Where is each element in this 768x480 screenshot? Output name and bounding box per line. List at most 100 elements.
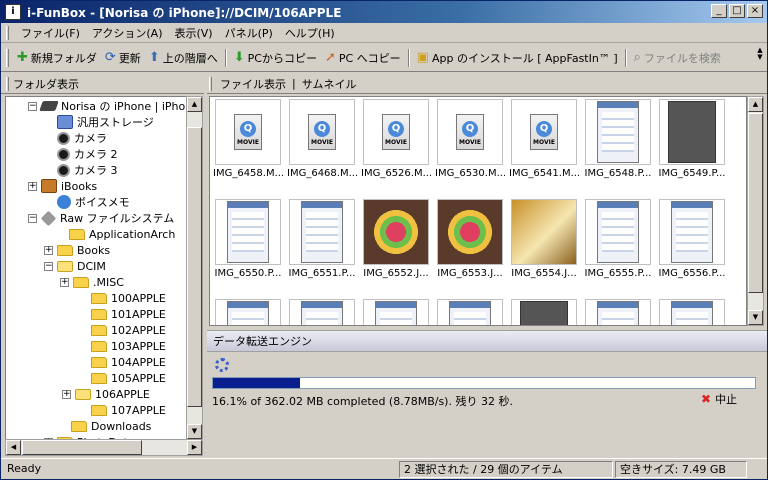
tree-item[interactable]: 102APPLE: [78, 322, 166, 338]
file-thumbnail[interactable]: [287, 299, 357, 325]
file-thumbnail[interactable]: [583, 299, 653, 325]
scroll-up-icon[interactable]: ▲: [748, 97, 763, 112]
tree-item[interactable]: カメラ: [44, 130, 107, 146]
tree-item[interactable]: ボイスメモ: [44, 194, 130, 210]
file-grid-scrollbar[interactable]: ▲ ▼: [747, 96, 764, 326]
view-mode-label[interactable]: サムネイル: [302, 76, 357, 92]
file-thumbnail[interactable]: Q MOVIE IMG_6530.M...: [435, 99, 505, 189]
tree-item[interactable]: 100APPLE: [78, 290, 166, 306]
file-thumbnail[interactable]: [435, 299, 505, 325]
file-thumbnail[interactable]: IMG_6551.P...: [287, 199, 357, 289]
copy-from-pc-button[interactable]: ⬇ PCからコピー: [230, 48, 321, 68]
scroll-thumb[interactable]: [22, 440, 142, 455]
collapse-icon[interactable]: −: [28, 101, 37, 111]
tree-item[interactable]: ApplicationArch: [56, 226, 175, 242]
parent-folder-button[interactable]: ⬆ 上の階層へ: [145, 48, 222, 68]
copy-to-pc-button[interactable]: ➚ PC へコピー: [321, 48, 405, 68]
file-name-label: IMG_6526.M...: [361, 168, 431, 179]
tree-item[interactable]: 101APPLE: [78, 306, 166, 322]
file-thumbnail[interactable]: IMG_6555.P...: [583, 199, 653, 289]
expand-icon[interactable]: +: [62, 389, 71, 399]
search-files-button[interactable]: ⌕ ファイルを検索: [630, 48, 725, 68]
tree-item[interactable]: + .MISC: [60, 274, 124, 290]
tree-item[interactable]: Downloads: [58, 418, 151, 434]
file-thumbnail[interactable]: IMG_6553.J...: [435, 199, 505, 289]
stop-transfer-button[interactable]: ✖ 中止: [701, 391, 737, 407]
tree-item[interactable]: +106APPLE: [62, 386, 150, 402]
menubar-grip[interactable]: [6, 25, 9, 40]
tree-item-label: 105APPLE: [111, 371, 166, 385]
tree-item[interactable]: 汎用ストレージ: [44, 114, 154, 130]
app-icon[interactable]: i: [5, 4, 21, 20]
toolbar-grip[interactable]: [6, 48, 9, 67]
maximize-button[interactable]: □: [729, 4, 745, 18]
scroll-down-icon[interactable]: ▼: [748, 310, 763, 325]
install-app-button[interactable]: ▣ App のインストール [ AppFastIn™ ]: [413, 48, 622, 68]
expand-icon[interactable]: +: [60, 277, 69, 287]
tree-item-label: カメラ: [74, 132, 107, 145]
file-thumbnail[interactable]: Q MOVIE IMG_6468.M...: [287, 99, 357, 189]
tree-item-label: DCIM: [77, 259, 106, 273]
close-button[interactable]: ×: [747, 4, 763, 18]
file-thumbnail[interactable]: [213, 299, 283, 325]
menu-help[interactable]: ヘルプ(H): [279, 23, 341, 43]
expand-icon[interactable]: +: [28, 181, 37, 191]
thumbnail-image: [437, 199, 503, 265]
refresh-icon: ⟳: [104, 50, 116, 65]
toolbar-separator: [624, 48, 627, 67]
scroll-up-icon[interactable]: ▲: [187, 97, 202, 112]
folder-panel-grip[interactable]: [6, 76, 9, 91]
screenshot-dark-preview: [668, 101, 716, 163]
tree-item[interactable]: + iBooks: [28, 178, 97, 194]
scroll-right-icon[interactable]: ▶: [187, 440, 202, 455]
scroll-down-icon[interactable]: ▼: [187, 424, 202, 439]
tree-item[interactable]: + Books: [44, 242, 110, 258]
scroll-thumb[interactable]: [187, 127, 202, 407]
file-thumbnail[interactable]: IMG_6550.P...: [213, 199, 283, 289]
plus-icon: ✚: [17, 50, 28, 65]
minimize-button[interactable]: _: [711, 4, 727, 18]
tree-item[interactable]: 103APPLE: [78, 338, 166, 354]
file-thumbnail[interactable]: Q MOVIE IMG_6458.M...: [213, 99, 283, 189]
tree-item[interactable]: − DCIM: [44, 258, 106, 274]
menu-panel[interactable]: パネル(P): [219, 23, 279, 43]
tree-item[interactable]: カメラ 3: [44, 162, 118, 178]
file-thumbnail-grid[interactable]: Q MOVIE IMG_6458.M... Q MOVIE IMG_6468.M... Q M…: [209, 96, 747, 326]
expand-icon[interactable]: +: [44, 245, 53, 255]
thumbnail-image: [659, 299, 725, 325]
file-thumbnail[interactable]: Q MOVIE IMG_6541.M...: [509, 99, 579, 189]
refresh-button[interactable]: ⟳ 更新: [101, 48, 145, 68]
file-thumbnail[interactable]: Q MOVIE IMG_6526.M...: [361, 99, 431, 189]
toolbar-overflow-chevron-icon[interactable]: ▲ ▼: [755, 47, 765, 69]
menu-file[interactable]: ファイル(F): [15, 23, 86, 43]
scroll-thumb[interactable]: [748, 113, 763, 293]
thumbnail-image: Q MOVIE: [215, 99, 281, 165]
tree-item[interactable]: 107APPLE: [78, 402, 166, 418]
tree-item[interactable]: 104APPLE: [78, 354, 166, 370]
tree-item[interactable]: 105APPLE: [78, 370, 166, 386]
file-thumbnail[interactable]: IMG_6554.J...: [509, 199, 579, 289]
file-thumbnail[interactable]: IMG_6552.J...: [361, 199, 431, 289]
tree-item[interactable]: − Raw ファイルシステム: [28, 210, 174, 226]
tree-item[interactable]: − Norisa の iPhone | iPho: [28, 98, 185, 114]
file-thumbnail[interactable]: IMG_6548.P...: [583, 99, 653, 189]
file-thumbnail[interactable]: [509, 299, 579, 325]
tree-item[interactable]: カメラ 2: [44, 146, 118, 162]
new-folder-button[interactable]: ✚ 新規フォルダ: [13, 48, 101, 68]
folder-tree[interactable]: − Norisa の iPhone | iPho 汎用ストレージカメラ カメラ 2 カメ…: [5, 96, 189, 440]
file-thumbnail[interactable]: IMG_6556.P...: [657, 199, 727, 289]
menu-action[interactable]: アクション(A): [86, 23, 169, 43]
collapse-icon[interactable]: −: [44, 261, 53, 271]
file-thumbnail[interactable]: [361, 299, 431, 325]
scroll-left-icon[interactable]: ◀: [6, 440, 21, 455]
menu-view[interactable]: 表示(V): [168, 23, 218, 43]
folder-panel-header: フォルダ表示: [1, 74, 204, 94]
folder-tree-horizontal-scrollbar[interactable]: ◀ ▶: [5, 439, 203, 456]
file-thumbnail[interactable]: IMG_6549.P...: [657, 99, 727, 189]
tree-item-label: 104APPLE: [111, 355, 166, 369]
file-thumbnail[interactable]: [657, 299, 727, 325]
folder-tree-vertical-scrollbar[interactable]: ▲ ▼: [186, 96, 203, 440]
collapse-icon[interactable]: −: [28, 213, 37, 223]
file-panel-grip[interactable]: [209, 76, 212, 91]
thumbnail-image: [215, 299, 281, 325]
